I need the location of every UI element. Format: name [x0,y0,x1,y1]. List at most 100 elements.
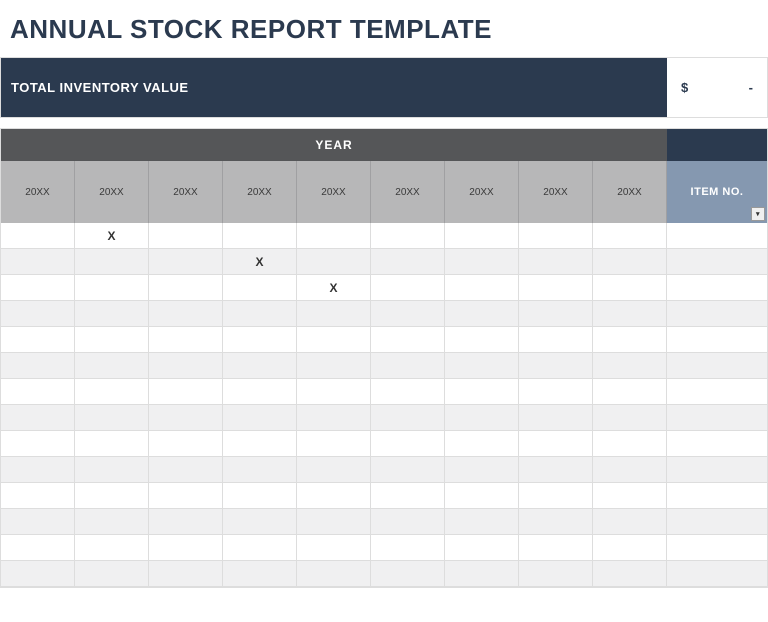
item-no-cell[interactable] [667,327,767,353]
data-cell[interactable] [297,353,371,379]
data-cell[interactable] [297,405,371,431]
data-cell[interactable] [149,509,223,535]
data-cell[interactable] [75,431,149,457]
data-cell[interactable] [297,301,371,327]
data-cell[interactable] [223,379,297,405]
data-cell[interactable] [593,249,667,275]
filter-dropdown-button[interactable]: ▾ [751,207,765,221]
data-cell[interactable] [149,431,223,457]
data-cell[interactable] [519,223,593,249]
data-cell[interactable] [593,561,667,587]
data-cell[interactable] [519,327,593,353]
data-cell[interactable] [371,457,445,483]
data-cell[interactable] [149,327,223,353]
data-cell[interactable] [445,327,519,353]
data-cell[interactable] [149,457,223,483]
year-column-header[interactable]: 20XX [75,161,149,223]
data-cell[interactable] [149,405,223,431]
data-cell[interactable] [371,431,445,457]
data-cell[interactable] [223,535,297,561]
data-cell[interactable] [445,535,519,561]
item-no-cell[interactable] [667,405,767,431]
data-cell[interactable] [1,561,75,587]
data-cell[interactable] [75,249,149,275]
data-cell[interactable] [519,275,593,301]
year-column-header[interactable]: 20XX [223,161,297,223]
data-cell[interactable] [75,457,149,483]
data-cell[interactable] [75,275,149,301]
data-cell[interactable] [223,327,297,353]
data-cell[interactable] [223,509,297,535]
data-cell[interactable] [445,249,519,275]
data-cell[interactable] [519,457,593,483]
data-cell[interactable] [445,561,519,587]
data-cell[interactable] [519,509,593,535]
data-cell[interactable] [149,223,223,249]
data-cell[interactable] [223,301,297,327]
data-cell[interactable] [149,353,223,379]
data-cell[interactable] [149,535,223,561]
data-cell[interactable] [593,509,667,535]
data-cell[interactable] [593,379,667,405]
data-cell[interactable] [1,379,75,405]
data-cell[interactable] [1,249,75,275]
data-cell[interactable] [223,275,297,301]
data-cell[interactable] [371,379,445,405]
data-cell[interactable]: X [297,275,371,301]
item-no-cell[interactable] [667,223,767,249]
data-cell[interactable] [371,483,445,509]
data-cell[interactable] [223,457,297,483]
item-no-cell[interactable] [667,535,767,561]
data-cell[interactable] [1,405,75,431]
data-cell[interactable] [75,379,149,405]
item-no-cell[interactable] [667,509,767,535]
data-cell[interactable] [223,483,297,509]
data-cell[interactable]: X [75,223,149,249]
data-cell[interactable] [445,483,519,509]
data-cell[interactable] [297,457,371,483]
item-no-cell[interactable] [667,275,767,301]
item-no-cell[interactable] [667,561,767,587]
data-cell[interactable] [297,379,371,405]
data-cell[interactable] [297,249,371,275]
year-column-header[interactable]: 20XX [1,161,75,223]
data-cell[interactable] [75,561,149,587]
data-cell[interactable] [593,405,667,431]
data-cell[interactable] [297,561,371,587]
item-no-cell[interactable] [667,457,767,483]
data-cell[interactable] [593,457,667,483]
data-cell[interactable] [149,301,223,327]
data-cell[interactable] [297,223,371,249]
data-cell[interactable] [149,249,223,275]
data-cell[interactable] [445,405,519,431]
data-cell[interactable] [371,405,445,431]
data-cell[interactable] [149,275,223,301]
data-cell[interactable] [223,405,297,431]
data-cell[interactable] [1,483,75,509]
data-cell[interactable] [149,379,223,405]
item-no-cell[interactable] [667,483,767,509]
data-cell[interactable] [223,353,297,379]
data-cell[interactable] [593,535,667,561]
data-cell[interactable] [445,457,519,483]
data-cell[interactable] [371,275,445,301]
data-cell[interactable] [223,561,297,587]
data-cell[interactable] [371,249,445,275]
year-column-header[interactable]: 20XX [519,161,593,223]
data-cell[interactable] [1,457,75,483]
data-cell[interactable] [519,483,593,509]
data-cell[interactable] [297,431,371,457]
data-cell[interactable] [445,431,519,457]
data-cell[interactable] [519,379,593,405]
year-column-header[interactable]: 20XX [149,161,223,223]
data-cell[interactable] [371,509,445,535]
data-cell[interactable] [1,327,75,353]
item-no-cell[interactable] [667,353,767,379]
data-cell[interactable] [519,353,593,379]
data-cell[interactable] [371,301,445,327]
year-column-header[interactable]: 20XX [371,161,445,223]
data-cell[interactable] [519,431,593,457]
data-cell[interactable] [519,249,593,275]
data-cell[interactable] [1,275,75,301]
item-no-cell[interactable] [667,379,767,405]
